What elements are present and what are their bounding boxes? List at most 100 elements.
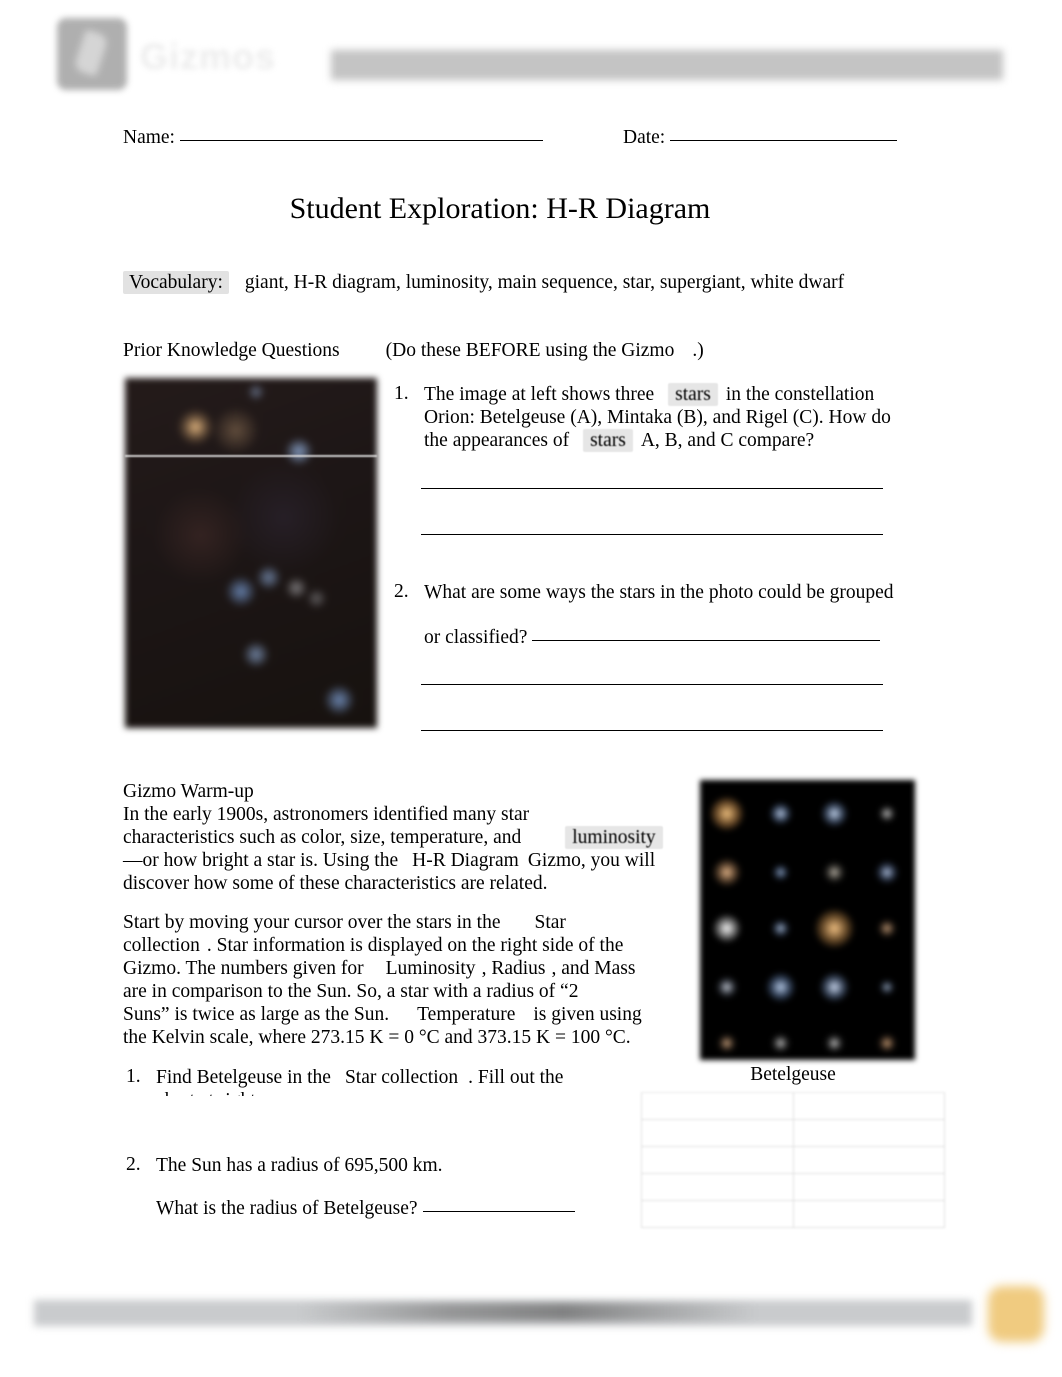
warmup-p1-line3-b: Gizmo, you will [527,850,656,871]
q1-line3-b: A, B, and C compare? [640,430,815,451]
table-header-row [641,1062,945,1093]
date-field-row: Date: [623,126,898,149]
warmup-p1-line3: —or how bright a star is. Using the H-R D… [123,849,683,872]
prior-knowledge-instruction-close: .) [692,340,704,361]
step-2-text: The Sun has a radius of 695,500 km. [156,1154,596,1177]
q1-answer-rule-2[interactable] [421,534,883,535]
q1-line1-b: in the constellation [725,384,875,405]
warmup-p1-line2-a: characteristics such as color, size, tem… [123,827,522,848]
betelgeuse-table-body [641,1062,945,1228]
step-2-answer-rule[interactable] [422,1211,575,1212]
warmup-p2-line2: collection . Star information is displaye… [123,934,683,957]
table-cell-label[interactable] [641,1146,794,1174]
question-1-text: The image at left shows three stars in the… [424,383,894,452]
warmup-p1-line4: discover how some of these characteristi… [123,873,548,894]
control-term-hr-diagram[interactable]: H-R Diagram [412,850,519,871]
table-cell-value[interactable] [792,1200,945,1228]
date-input-rule[interactable] [670,140,898,141]
warmup-p2-line5-a: Suns” is twice as large as the Sun. [123,1004,390,1025]
step-1-line1-a: Find Betelgeuse in the [156,1067,331,1088]
warmup-p2-line1: Start by moving your cursor over the sta… [123,911,683,934]
q1-line1-a: The image at left shows three [424,384,655,405]
step-2-line1: The Sun has a radius of 695,500 km. [156,1155,443,1176]
q1-glossary-term-stars[interactable]: stars [668,383,718,406]
warmup-p2-line5-b: is given using [533,1004,642,1025]
warmup-p2-line1-a: Start by moving your cursor over the sta… [123,912,501,933]
page-header: Gizmos [0,0,1062,105]
header-gray-bar [331,50,1003,80]
warmup-p1-line3-a: —or how bright a star is. Using the [123,850,399,871]
q2-line1: What are some ways the stars in the phot… [424,582,894,603]
vocabulary-row: Vocabulary: giant, H-R diagram, luminosit… [123,271,844,294]
date-label: Date: [623,127,666,148]
page-title: Student Exploration: H-R Diagram [289,192,711,225]
gizmos-logo-glyph [73,29,109,77]
gizmos-wordmark: Gizmos [140,36,277,77]
q2-line2: or classified? [424,627,528,648]
footer-badge-icon [988,1286,1044,1342]
control-term-star-1[interactable]: Star [534,912,565,933]
table-row [641,1119,945,1147]
q2-answer-rule-3[interactable] [421,730,883,731]
warmup-p2-line3: Gizmo. The numbers given for Luminosity , … [123,957,683,980]
question-2-number: 2. [394,581,409,602]
warmup-p1-line1: In the early 1900s, astronomers identifi… [123,804,530,825]
q1-line3-a: the appearances of [424,430,570,451]
question-2-text: What are some ways the stars in the phot… [424,581,894,604]
warmup-p2-line6: the Kelvin scale, where 273.15 K = 0 °C … [123,1027,631,1048]
step-1-line1-b: . Fill out the [468,1067,564,1088]
step-1-text: Find Betelgeuse in the Star collection . F… [156,1066,596,1096]
star-collection-grid-image [700,780,915,1060]
q2-answer-rule-1[interactable] [532,640,881,641]
control-term-star-collection[interactable]: Star collection [345,1067,458,1088]
q1-line3: the appearances of stars A, B, and C compa… [424,429,894,452]
control-term-luminosity[interactable]: Luminosity [386,958,476,979]
table-cell-value[interactable] [792,1119,945,1147]
prior-knowledge-instruction: (Do these BEFORE using the Gizmo [385,340,675,361]
table-cell-value[interactable] [792,1092,945,1120]
name-field-row: Name: [123,126,543,149]
step-2-line2-row: What is the radius of Betelgeuse? [156,1197,575,1220]
table-cell-label[interactable] [641,1173,794,1201]
vocabulary-terms: giant, H-R diagram, luminosity, main seq… [244,272,845,293]
q1-line2: Orion: Betelgeuse (A), Mintaka (B), and … [424,407,891,428]
warmup-p2-line5: Suns” is twice as large as the Sun. Tempe… [123,1003,683,1026]
table-cell-value[interactable] [792,1173,945,1201]
table-cell-label[interactable] [641,1119,794,1147]
name-label: Name: [123,127,175,148]
control-term-temperature[interactable]: Temperature [417,1004,515,1025]
q1-answer-rule-1[interactable] [421,488,883,489]
vocabulary-label: Vocabulary: [123,271,229,294]
warmup-p2-line3-a: Gizmo. The numbers given for [123,958,364,979]
prior-knowledge-heading: Prior Knowledge Questions [123,340,340,361]
warmup-p2-line2-b: . Star information is displayed on the r… [206,935,624,956]
table-row [641,1173,945,1201]
footer-text-blurred [300,1303,780,1321]
orion-constellation-photo [125,378,377,728]
q2-line2-row: or classified? [424,626,881,649]
orion-photo-horizon-line [125,455,377,457]
table-row [641,1092,945,1120]
betelgeuse-table-caption-cell [641,1062,945,1093]
betelgeuse-table[interactable] [641,1062,945,1228]
question-1-number: 1. [394,383,409,404]
worksheet-page: Gizmos Name: Date: Student Exploration: … [0,0,1062,1377]
q2-answer-rule-2[interactable] [421,684,883,685]
warmup-p2-line4: are in comparison to the Sun. So, a star… [123,981,579,1002]
warmup-p1-line2: characteristics such as color, size, tem… [123,826,683,849]
warmup-paragraph-1: In the early 1900s, astronomers identifi… [123,803,683,895]
glossary-term-luminosity[interactable]: luminosity [565,826,663,849]
control-term-radius[interactable]: , Radius [482,958,546,979]
table-row [641,1200,945,1228]
name-input-rule[interactable] [179,140,543,141]
gizmos-logo-icon [57,18,127,90]
warmup-heading: Gizmo Warm-up [123,781,254,802]
step-1-line1: Find Betelgeuse in the Star collection . F… [156,1066,596,1089]
table-cell-value[interactable] [792,1146,945,1174]
table-cell-label[interactable] [641,1200,794,1228]
q1-glossary-term-stars-2[interactable]: stars [583,429,633,452]
table-cell-label[interactable] [641,1092,794,1120]
step-2-line2: What is the radius of Betelgeuse? [156,1198,418,1219]
control-term-collection[interactable]: collection [123,935,200,956]
control-term-mass[interactable]: , and Mass [551,958,635,979]
